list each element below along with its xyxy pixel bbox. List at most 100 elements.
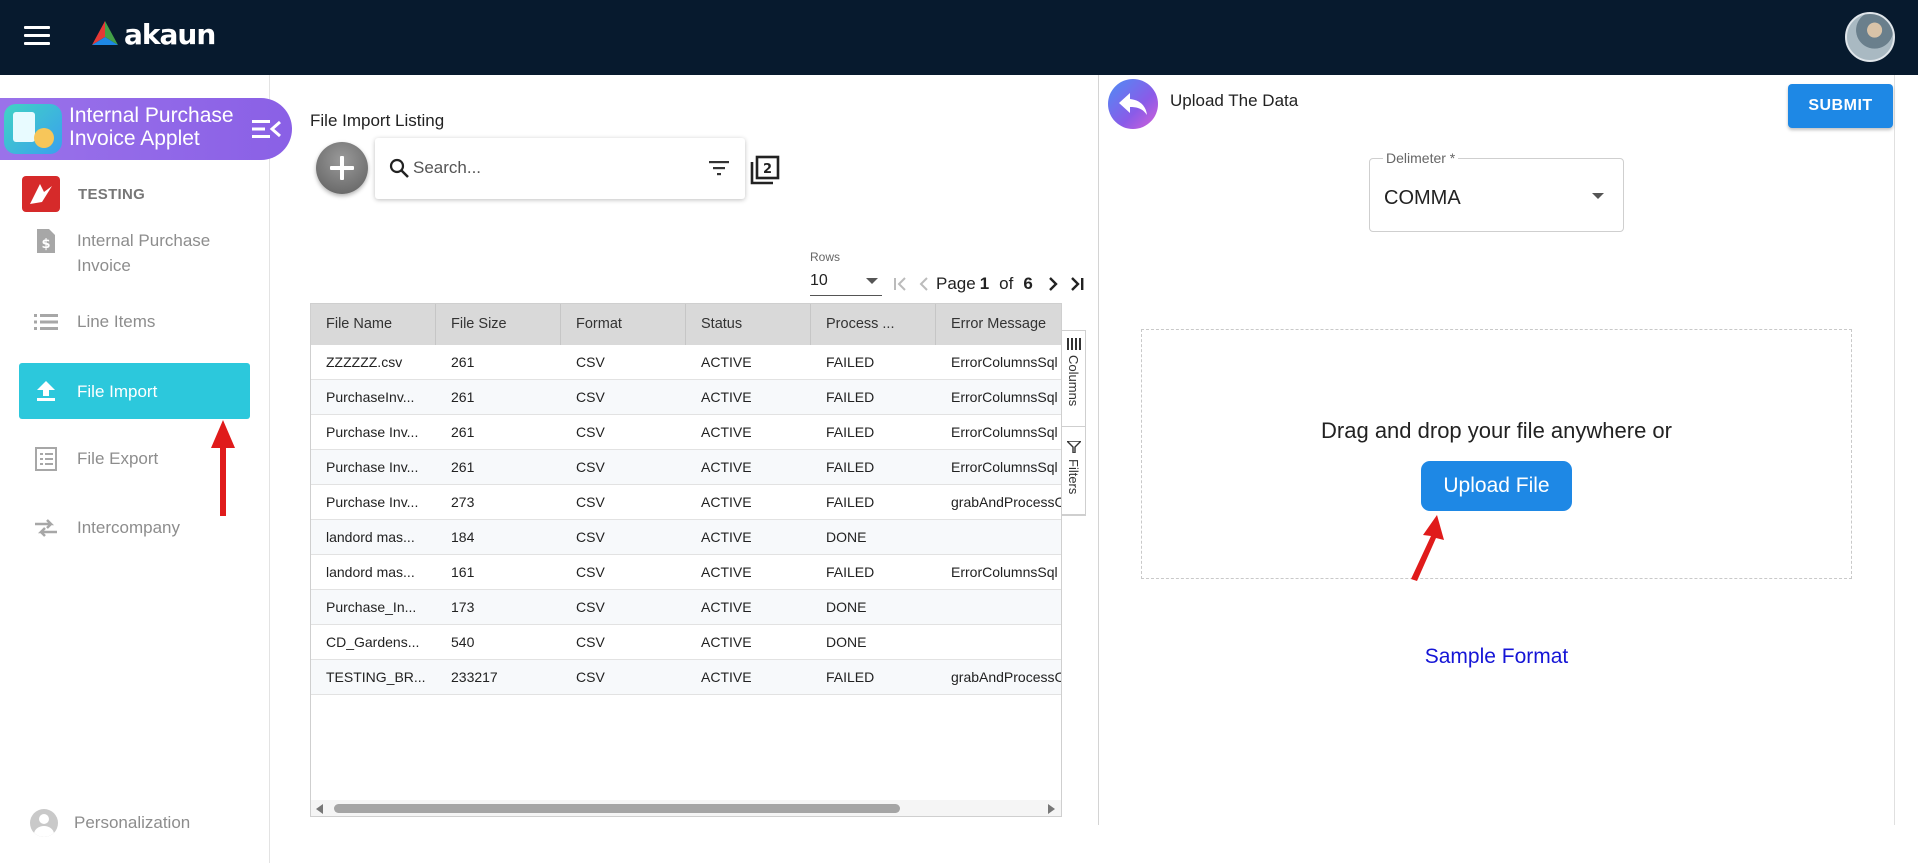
scroll-left-icon[interactable] xyxy=(316,804,323,814)
cell-status: ACTIVE xyxy=(701,494,752,510)
pagination: Page 1 of 6 xyxy=(888,272,1089,296)
nav-item-intercompany[interactable]: Intercompany xyxy=(19,515,250,541)
table-row[interactable]: CD_Gardens... 540 CSV ACTIVE DONE xyxy=(311,625,1061,660)
column-header-file-size[interactable]: File Size xyxy=(436,304,561,345)
nav-item-file-import[interactable]: File Import xyxy=(19,363,250,419)
cell-error-message xyxy=(936,590,1061,624)
org-selector[interactable]: TESTING xyxy=(22,175,145,213)
total-pages: 6 xyxy=(1023,274,1033,293)
table-row[interactable]: Purchase Inv... 273 CSV ACTIVE FAILED grabAnd… xyxy=(311,485,1061,520)
person-icon xyxy=(30,809,58,837)
chevron-down-icon xyxy=(866,278,878,284)
columns-tool-tab[interactable]: Columns xyxy=(1062,331,1086,427)
table-row[interactable]: Purchase Inv... 261 CSV ACTIVE FAILED ErrorCo… xyxy=(311,450,1061,485)
table-row[interactable]: landord mas... 184 CSV ACTIVE DONE xyxy=(311,520,1061,555)
last-page-icon[interactable] xyxy=(1065,272,1089,296)
add-button[interactable] xyxy=(316,142,368,194)
cell-process: FAILED xyxy=(826,564,875,580)
cell-file-size: 261 xyxy=(451,389,475,405)
personalization-link[interactable]: Personalization xyxy=(30,809,190,837)
previous-page-icon[interactable] xyxy=(912,272,936,296)
cell-file-name: ZZZZZZ.csv xyxy=(326,354,403,370)
logo-triangle-icon xyxy=(92,21,118,45)
cell-format: CSV xyxy=(576,459,605,475)
cell-format: CSV xyxy=(576,529,605,545)
brand-name: akaun xyxy=(124,17,216,51)
top-app-bar: akaun xyxy=(0,0,1918,75)
cell-process: DONE xyxy=(826,599,867,615)
file-dropzone[interactable]: Drag and drop your file anywhere or Uplo… xyxy=(1141,329,1852,579)
of-label: of xyxy=(999,274,1014,293)
cell-file-name: TESTING_BR... xyxy=(326,669,426,685)
cell-file-name: Purchase Inv... xyxy=(326,459,419,475)
table-row[interactable]: landord mas... 161 CSV ACTIVE FAILED ErrorCol… xyxy=(311,555,1061,590)
table-row[interactable]: ZZZZZZ.csv 261 CSV ACTIVE FAILED ErrorColumns… xyxy=(311,345,1061,380)
filters-tab-label: Filters xyxy=(1066,459,1081,495)
page-label: Page xyxy=(936,274,976,293)
column-header-status[interactable]: Status xyxy=(686,304,811,345)
cell-error-message: ErrorColumnsSql xyxy=(951,564,1058,580)
scrollbar-thumb[interactable] xyxy=(334,804,900,813)
table-row[interactable]: TESTING_BR... 233217 CSV ACTIVE FAILED grabAn… xyxy=(311,660,1061,695)
svg-text:2: 2 xyxy=(763,162,772,177)
upload-file-button[interactable]: Upload File xyxy=(1421,461,1572,511)
cell-error-message: grabAndProcessC xyxy=(951,494,1061,510)
annotation-arrow-icon xyxy=(211,420,235,516)
cell-format: CSV xyxy=(576,389,605,405)
columns-tab-label: Columns xyxy=(1066,355,1081,407)
cell-error-message: ErrorColumnsSql xyxy=(951,354,1058,370)
collapse-menu-icon[interactable] xyxy=(252,118,282,140)
column-header-file-name[interactable]: File Name xyxy=(311,304,436,345)
next-page-icon[interactable] xyxy=(1041,272,1065,296)
cell-process: FAILED xyxy=(826,389,875,405)
cell-process: FAILED xyxy=(826,424,875,440)
first-page-icon[interactable] xyxy=(888,272,912,296)
table-row[interactable]: PurchaseInv... 261 CSV ACTIVE FAILED ErrorCol… xyxy=(311,380,1061,415)
filter-list-icon[interactable] xyxy=(709,160,729,176)
panel-right-border xyxy=(1894,75,1895,825)
nav-label: Internal Purchase Invoice xyxy=(77,231,211,275)
file-import-table: File Name File Size Format Status Proces… xyxy=(310,303,1062,817)
filters-tool-tab[interactable]: Filters xyxy=(1062,427,1086,515)
nav-label: Intercompany xyxy=(77,518,180,537)
table-row[interactable]: Purchase Inv... 261 CSV ACTIVE FAILED ErrorCo… xyxy=(311,415,1061,450)
cell-file-size: 184 xyxy=(451,529,475,545)
filter-count-icon[interactable]: 2 xyxy=(750,155,780,185)
cell-status: ACTIVE xyxy=(701,424,752,440)
cell-file-size: 261 xyxy=(451,459,475,475)
user-avatar[interactable] xyxy=(1845,12,1895,62)
cell-error-message: grabAndProcessC xyxy=(951,669,1061,685)
table-row[interactable]: Purchase_In... 173 CSV ACTIVE DONE xyxy=(311,590,1061,625)
horizontal-scrollbar[interactable] xyxy=(311,800,1061,816)
cell-file-name: landord mas... xyxy=(326,529,415,545)
search-input[interactable] xyxy=(413,154,683,182)
reply-arrow-icon xyxy=(1119,93,1147,115)
applet-header: Internal Purchase Invoice Applet xyxy=(0,98,292,160)
chevron-down-icon xyxy=(1592,193,1604,199)
delimiter-select[interactable]: Delimeter * COMMA xyxy=(1369,150,1624,232)
columns-icon xyxy=(1067,338,1081,350)
cell-process: FAILED xyxy=(826,354,875,370)
cell-error-message: ErrorColumnsSql xyxy=(951,459,1058,475)
submit-button[interactable]: SUBMIT xyxy=(1788,84,1893,128)
applet-title: Internal Purchase Invoice Applet xyxy=(69,104,234,150)
annotation-arrow-icon xyxy=(1411,515,1444,581)
cell-format: CSV xyxy=(576,354,605,370)
current-page: 1 xyxy=(979,274,990,293)
nav-item-internal-purchase-invoice[interactable]: $ Internal Purchase Invoice xyxy=(19,228,250,278)
personalization-label: Personalization xyxy=(74,813,191,832)
rows-per-page-select[interactable]: 10 xyxy=(810,266,882,296)
scroll-right-icon[interactable] xyxy=(1048,804,1055,814)
back-button[interactable] xyxy=(1108,79,1158,129)
cell-file-size: 233217 xyxy=(451,669,498,685)
hamburger-menu-icon[interactable] xyxy=(24,26,50,46)
akaun-logo[interactable]: akaun xyxy=(88,16,216,52)
nav-item-line-items[interactable]: Line Items xyxy=(19,309,250,335)
cell-error-message: ErrorColumnsSql xyxy=(951,424,1058,440)
column-header-format[interactable]: Format xyxy=(561,304,686,345)
column-header-process[interactable]: Process ... xyxy=(811,304,936,345)
sample-format-link[interactable]: Sample Format xyxy=(1141,645,1852,669)
cell-format: CSV xyxy=(576,599,605,615)
column-header-error-message[interactable]: Error Message xyxy=(936,304,1061,345)
upload-panel-title: Upload The Data xyxy=(1170,91,1299,110)
